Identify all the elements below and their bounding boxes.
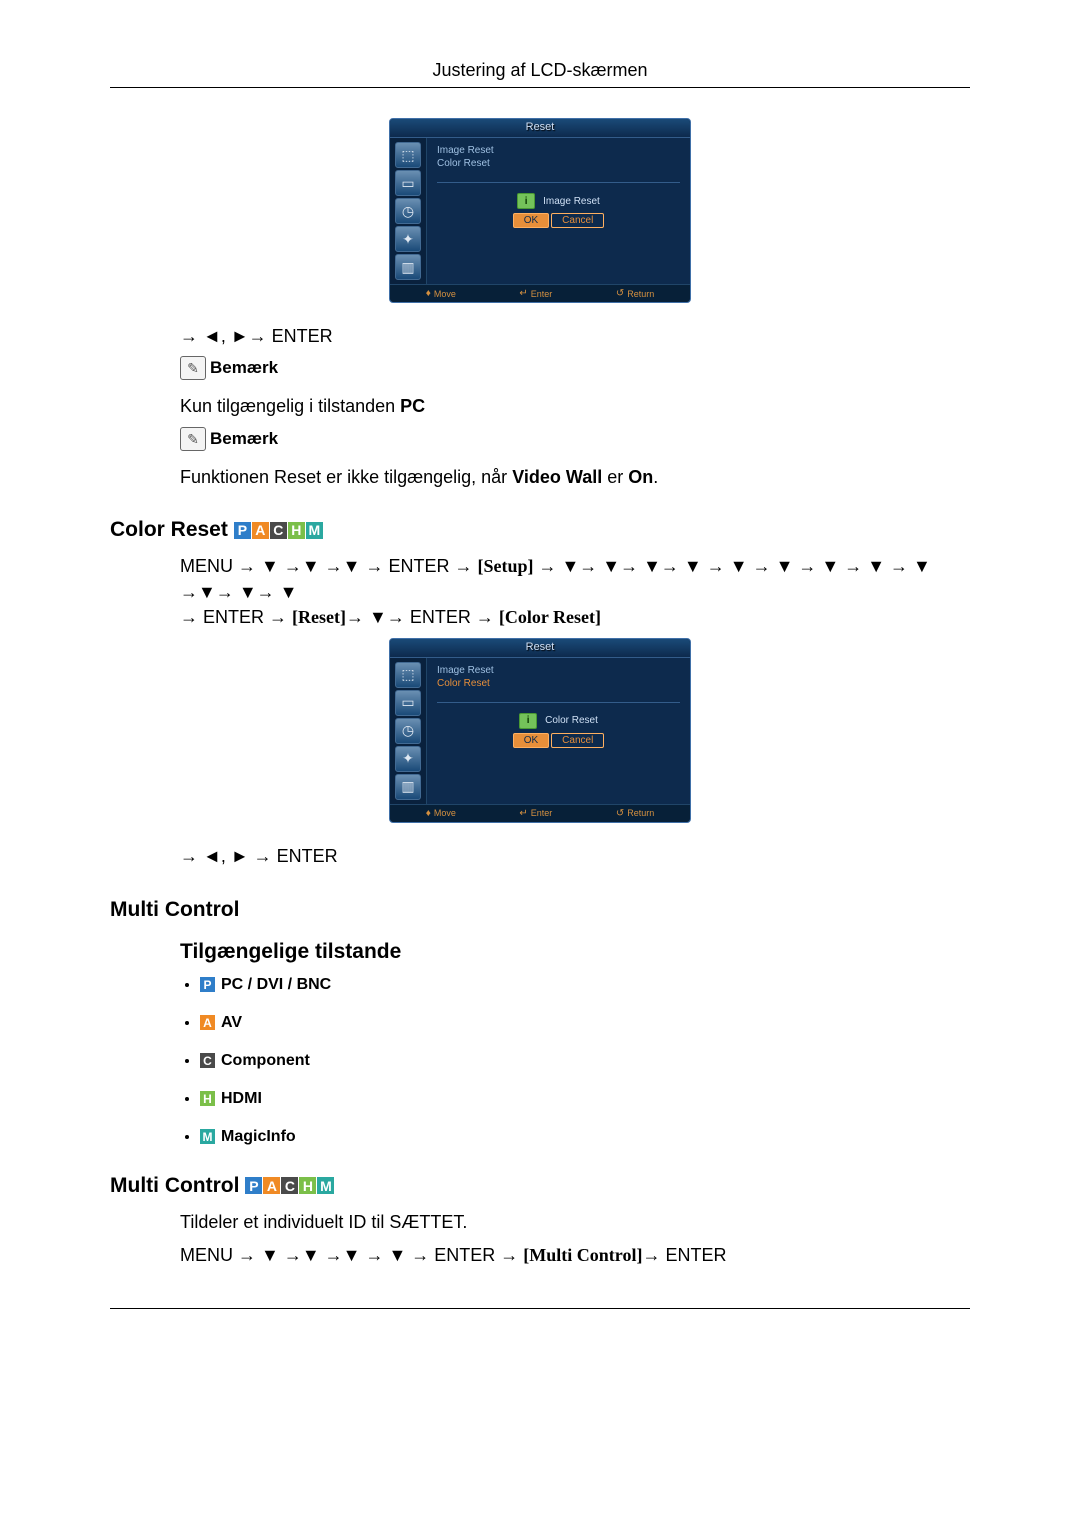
- osd-title: Reset: [390, 119, 690, 138]
- osd-cancel-button: Cancel: [551, 733, 604, 748]
- osd-icon-picture: ▭: [395, 690, 421, 716]
- osd-icon-time: ◷: [395, 718, 421, 744]
- menu-path-color-reset: MENU → ▼ →▼ →▼ → ENTER → [Setup] → ▼→ ▼→…: [180, 554, 970, 630]
- osd-ok-button: OK: [513, 213, 549, 228]
- nav-sequence: → ◄, ► → ENTER: [180, 843, 970, 870]
- osd-menu-color-reset: Color Reset: [437, 677, 680, 690]
- osd-icon-multi: ▥: [395, 254, 421, 280]
- osd-icon-setup: ✦: [395, 226, 421, 252]
- multi-control-desc: Tildeler et individuelt ID til SÆTTET.: [180, 1210, 970, 1235]
- badge-c-icon: C: [270, 522, 287, 539]
- osd-foot-return: ↺Return: [616, 808, 654, 819]
- badge-a-icon: A: [200, 1015, 215, 1030]
- badge-a-icon: A: [263, 1177, 280, 1194]
- heading-color-reset: Color Reset P A C H M: [110, 518, 970, 542]
- osd-icon-input: ⬚: [395, 662, 421, 688]
- osd-foot-enter: ↵Enter: [519, 808, 552, 819]
- badge-a-icon: A: [252, 522, 269, 539]
- osd-ok-button: OK: [513, 733, 549, 748]
- osd-icon-setup: ✦: [395, 746, 421, 772]
- badge-h-icon: H: [299, 1177, 316, 1194]
- badge-m-icon: M: [317, 1177, 334, 1194]
- osd-icon-picture: ▭: [395, 170, 421, 196]
- osd-foot-enter: ↵Enter: [519, 288, 552, 299]
- osd-title: Reset: [390, 639, 690, 658]
- osd-dialog-label: Color Reset: [545, 715, 598, 726]
- osd-menu-image-reset: Image Reset: [437, 144, 680, 157]
- osd-sidebar: ⬚ ▭ ◷ ✦ ▥: [390, 138, 427, 284]
- note-text-2: Funktionen Reset er ikke tilgængelig, nå…: [180, 465, 970, 490]
- osd-sidebar: ⬚ ▭ ◷ ✦ ▥: [390, 658, 427, 804]
- badge-c-icon: C: [200, 1053, 215, 1068]
- menu-path-multi-control: MENU → ▼ →▼ →▼ → ▼ → ENTER → [Multi Cont…: [180, 1243, 970, 1268]
- info-icon: i: [519, 713, 537, 729]
- footer-divider: [110, 1308, 970, 1309]
- note-icon: ✎: [180, 427, 206, 451]
- osd-foot-move: ♦Move: [426, 808, 456, 819]
- page-title: Justering af LCD-skærmen: [110, 60, 970, 88]
- mode-item-av: AAV: [200, 1014, 970, 1032]
- osd-menu-image-reset: Image Reset: [437, 664, 680, 677]
- osd-screenshot-reset-color: Reset ⬚ ▭ ◷ ✦ ▥ Image Reset Color Reset …: [389, 638, 691, 823]
- osd-menu-color-reset: Color Reset: [437, 157, 680, 170]
- info-icon: i: [517, 193, 535, 209]
- note-icon: ✎: [180, 356, 206, 380]
- badge-c-icon: C: [281, 1177, 298, 1194]
- osd-icon-multi: ▥: [395, 774, 421, 800]
- badge-h-icon: H: [200, 1091, 215, 1106]
- heading-multi-control: Multi Control: [110, 898, 970, 922]
- osd-screenshot-reset-image: Reset ⬚ ▭ ◷ ✦ ▥ Image Reset Color Reset …: [389, 118, 691, 303]
- badge-h-icon: H: [288, 522, 305, 539]
- osd-dialog-label: Image Reset: [543, 196, 600, 207]
- mode-item-pc: PPC / DVI / BNC: [200, 976, 970, 994]
- note-label: Bemærk: [210, 429, 278, 449]
- nav-sequence: → ◄, ►→ ENTER: [180, 323, 970, 350]
- osd-foot-move: ♦Move: [426, 288, 456, 299]
- heading-available-modes: Tilgængelige tilstande: [180, 940, 970, 964]
- mode-item-magicinfo: MMagicInfo: [200, 1128, 970, 1146]
- osd-foot-return: ↺Return: [616, 288, 654, 299]
- badge-p-icon: P: [234, 522, 251, 539]
- badge-p-icon: P: [245, 1177, 262, 1194]
- note-label: Bemærk: [210, 358, 278, 378]
- mode-item-component: CComponent: [200, 1052, 970, 1070]
- mode-item-hdmi: HHDMI: [200, 1090, 970, 1108]
- mode-list: PPC / DVI / BNC AAV CComponent HHDMI MMa…: [180, 976, 970, 1146]
- heading-multi-control-2: Multi Control P A C H M: [110, 1174, 970, 1198]
- osd-icon-time: ◷: [395, 198, 421, 224]
- note-text-1: Kun tilgængelig i tilstanden PC: [180, 394, 970, 419]
- osd-icon-input: ⬚: [395, 142, 421, 168]
- badge-m-icon: M: [306, 522, 323, 539]
- badge-p-icon: P: [200, 977, 215, 992]
- osd-cancel-button: Cancel: [551, 213, 604, 228]
- badge-m-icon: M: [200, 1129, 215, 1144]
